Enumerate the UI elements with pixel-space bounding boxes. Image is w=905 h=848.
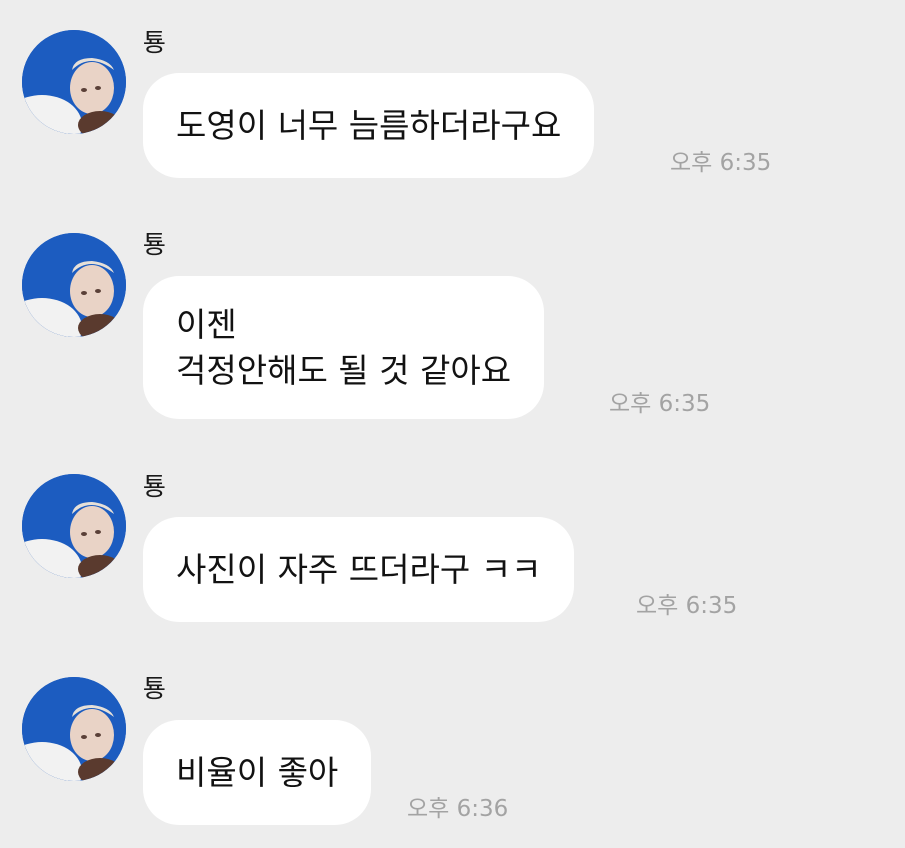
message-text-line: 사진이 자주 뜨더라구 ㅋㅋ — [176, 549, 542, 589]
message-timestamp: 오후 6:36 — [407, 796, 509, 822]
avatar[interactable] — [22, 233, 126, 337]
message-bubble[interactable]: 도영이 너무 늠름하더라구요 — [143, 73, 595, 178]
avatar[interactable] — [22, 474, 126, 578]
sender-name: 툥 — [143, 230, 167, 259]
avatar[interactable] — [22, 677, 126, 781]
avatar[interactable] — [22, 30, 126, 134]
profile-photo-avatar-icon — [22, 30, 126, 134]
message-text-line: 도영이 너무 늠름하더라구요 — [176, 105, 562, 145]
message-text-line: 이젠 — [176, 304, 237, 344]
message-text-line: 걱정안해도 될 것 같아요 — [176, 350, 512, 390]
message-timestamp: 오후 6:35 — [670, 150, 772, 176]
sender-name: 툥 — [143, 28, 167, 57]
message-timestamp: 오후 6:35 — [636, 593, 738, 619]
message-text-line: 비율이 좋아 — [176, 752, 339, 792]
profile-photo-avatar-icon — [22, 677, 126, 781]
sender-name: 툥 — [143, 674, 167, 703]
profile-photo-avatar-icon — [22, 233, 126, 337]
message-bubble[interactable]: 사진이 자주 뜨더라구 ㅋㅋ — [143, 517, 575, 622]
profile-photo-avatar-icon — [22, 474, 126, 578]
message-timestamp: 오후 6:35 — [609, 391, 711, 417]
message-bubble[interactable]: 이젠 걱정안해도 될 것 같아요 — [143, 276, 545, 419]
sender-name: 툥 — [143, 472, 167, 501]
message-bubble[interactable]: 비율이 좋아 — [143, 720, 372, 825]
